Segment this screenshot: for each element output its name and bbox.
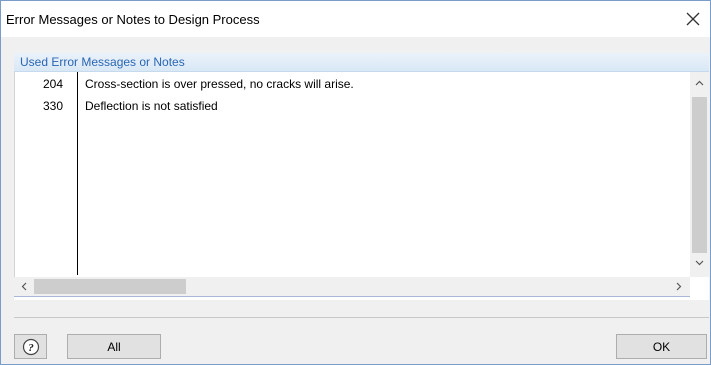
list-item[interactable]: 204 Cross-section is over pressed, no cr… (15, 72, 691, 94)
group-header-label: Used Error Messages or Notes (20, 55, 185, 69)
scroll-down-icon[interactable] (695, 260, 704, 266)
message-code: 330 (42, 99, 63, 113)
group-header: Used Error Messages or Notes (14, 53, 709, 72)
ok-button[interactable]: OK (616, 334, 707, 359)
svg-text:?: ? (28, 342, 34, 354)
scroll-right-icon[interactable] (676, 282, 682, 291)
list-item[interactable]: 330 Deflection is not satisfied (15, 94, 691, 116)
scroll-left-icon[interactable] (21, 282, 27, 291)
ok-button-label: OK (652, 339, 671, 354)
horizontal-scrollbar[interactable] (14, 277, 690, 297)
message-text: Cross-section is over pressed, no cracks… (85, 77, 354, 91)
vertical-scrollbar[interactable] (690, 72, 709, 277)
help-button[interactable]: ? (14, 334, 47, 359)
message-code: 204 (42, 77, 63, 91)
all-button-label: All (107, 339, 121, 354)
vertical-scroll-thumb[interactable] (692, 97, 707, 253)
messages-list[interactable]: 204 Cross-section is over pressed, no cr… (14, 72, 691, 277)
all-button[interactable]: All (67, 334, 161, 359)
close-button[interactable] (676, 1, 710, 37)
message-text: Deflection is not satisfied (85, 99, 218, 113)
dialog-window: Error Messages or Notes to Design Proces… (0, 0, 711, 365)
title-bar: Error Messages or Notes to Design Proces… (1, 1, 710, 37)
dialog-title: Error Messages or Notes to Design Proces… (6, 12, 260, 27)
close-icon (686, 12, 700, 26)
help-icon: ? (22, 338, 39, 355)
footer-separator (14, 317, 709, 318)
scroll-up-icon[interactable] (695, 80, 704, 86)
horizontal-scroll-thumb[interactable] (34, 279, 186, 294)
